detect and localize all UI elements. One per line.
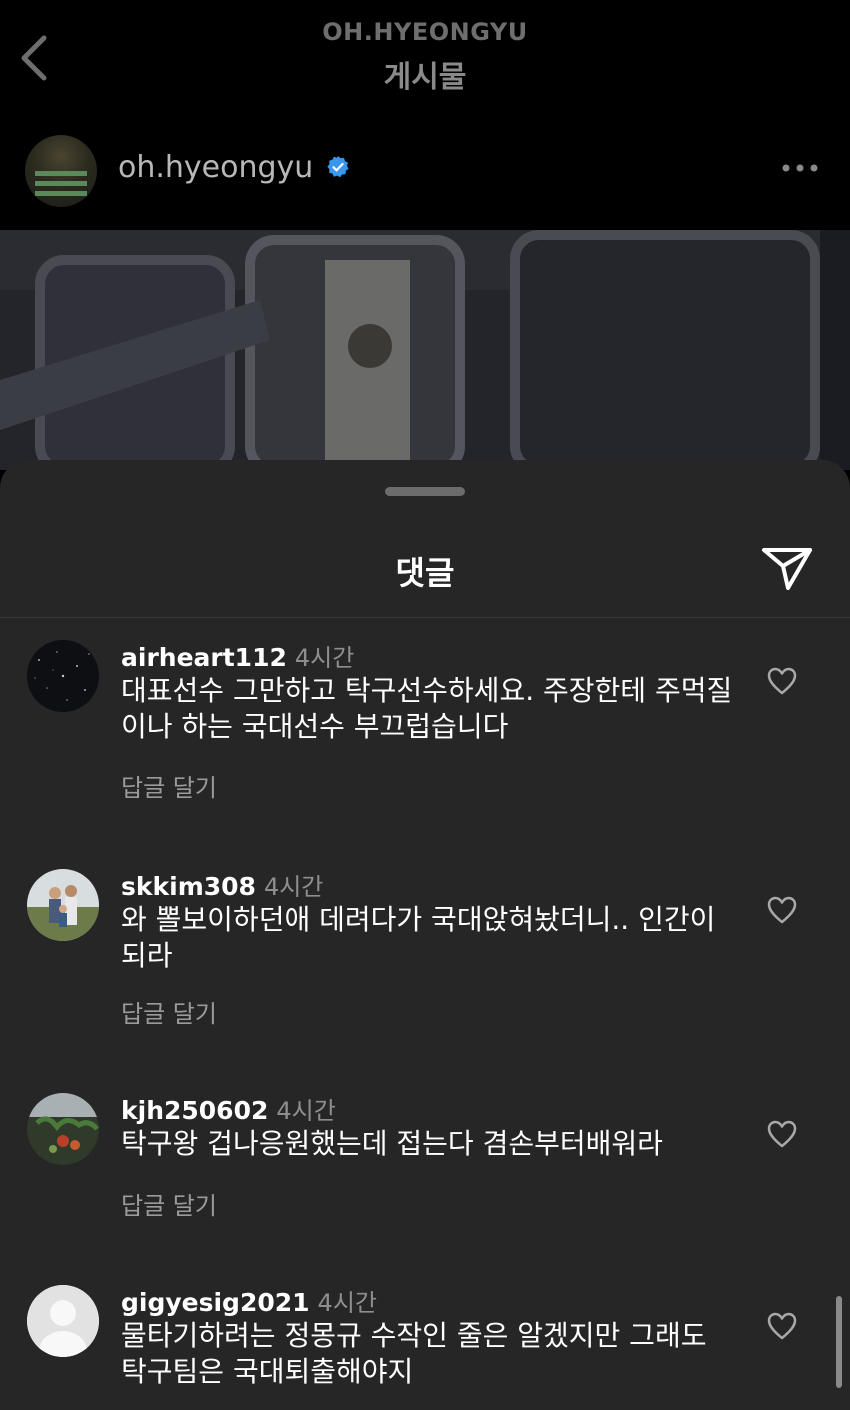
post-image[interactable] [0, 230, 850, 470]
comment-timestamp: 4시간 [294, 644, 355, 672]
comment-text: 대표선수 그만하고 탁구선수하세요. 주장한테 주먹질이나 하는 국대선수 부끄… [121, 674, 733, 743]
commenter-avatar[interactable] [27, 869, 99, 941]
comment-username[interactable]: skkim308 4시간 [121, 867, 323, 902]
comment-username-text[interactable]: airheart112 [121, 643, 287, 672]
heart-icon[interactable] [766, 1311, 798, 1341]
heart-icon[interactable] [766, 1119, 798, 1149]
reply-button[interactable]: 답글 달기 [121, 1186, 217, 1221]
comment-text: 물타기하려는 정몽규 수작인 줄은 알겠지만 그래도 탁구팀은 국대퇴출해야지 [121, 1319, 707, 1388]
heart-icon[interactable] [766, 895, 798, 925]
comment-timestamp: 4시간 [317, 1289, 377, 1317]
reply-button[interactable]: 답글 달기 [121, 994, 217, 1029]
share-button[interactable] [760, 544, 814, 592]
account-name-heading: OH.HYEONGYU [322, 18, 528, 46]
commenter-avatar[interactable] [27, 1285, 99, 1357]
comment-username-text[interactable]: gigyesig2021 [121, 1288, 310, 1317]
send-icon [762, 548, 812, 590]
more-horizontal-icon [782, 164, 818, 172]
family-photo-avatar-image [27, 869, 99, 941]
post-photo [0, 230, 850, 470]
verified-badge-icon [327, 156, 349, 178]
comment-username-text[interactable]: skkim308 [121, 872, 256, 901]
comment-timestamp: 4시간 [276, 1097, 336, 1125]
comment-username[interactable]: gigyesig2021 4시간 [121, 1283, 377, 1318]
comment-item: airheart112 4시간 대표선수 그만하고 탁구선수하세요. 주장한테 주… [0, 638, 850, 808]
top-navigation-bar: OH.HYEONGYU 게시물 [0, 0, 850, 110]
header-divider [0, 617, 850, 618]
comment-item: kjh250602 4시간 탁구왕 겁나응원했는데 접는다 겸손부터배워라 답글 … [0, 1091, 850, 1221]
comments-title: 댓글 [395, 554, 455, 592]
sheet-drag-handle[interactable] [385, 487, 465, 496]
commenter-avatar[interactable] [27, 640, 99, 712]
comments-sheet: 댓글 airheart112 4시간 대표선수 그만하고 탁구선수하세요. 주장한… [0, 460, 850, 1410]
reply-button[interactable]: 답글 달기 [121, 768, 217, 803]
comment-username[interactable]: kjh250602 4시간 [121, 1091, 336, 1126]
post-author-username[interactable]: oh.hyeongyu [118, 150, 313, 185]
default-avatar-icon [27, 1285, 99, 1357]
comment-text: 와 뽈보이하던애 데려다가 국대앉혀놨더니.. 인간이되라 [121, 903, 716, 972]
tomato-plant-avatar-image [27, 1093, 99, 1165]
comment-username[interactable]: airheart112 4시간 [121, 638, 354, 673]
comment-timestamp: 4시간 [263, 873, 324, 901]
comment-item: skkim308 4시간 와 뽈보이하던애 데려다가 국대앉혀놨더니.. 인간이되… [0, 867, 850, 1037]
more-options-button[interactable] [780, 158, 820, 178]
comments-scrollbar[interactable] [836, 1296, 842, 1388]
commenter-avatar[interactable] [27, 1093, 99, 1165]
page-title: 게시물 [383, 60, 467, 95]
comment-username-text[interactable]: kjh250602 [121, 1096, 268, 1125]
post-author-avatar[interactable] [25, 135, 97, 207]
heart-icon[interactable] [766, 666, 798, 696]
comment-text: 탁구왕 겁나응원했는데 접는다 겸손부터배워라 [121, 1127, 663, 1160]
post-header: oh.hyeongyu [0, 110, 850, 230]
starfield-avatar-image [27, 640, 99, 712]
comment-item: gigyesig2021 4시간 물타기하려는 정몽규 수작인 줄은 알겠지만 그… [0, 1283, 850, 1410]
